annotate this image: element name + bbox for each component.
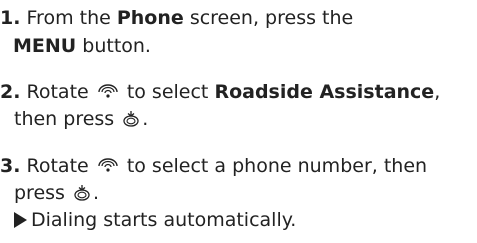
step-3-result-text: Dialing starts automatically. [31, 209, 297, 231]
interface-dial-rotate-icon [97, 83, 119, 107]
step-2-text-then-press: then press [14, 108, 115, 130]
step-2-number: 2. [0, 81, 21, 103]
step-1-text-button: button. [82, 35, 151, 57]
step-2-bold-roadside: Roadside Assistance [214, 81, 435, 103]
step-1-bold-menu: MENU [13, 35, 77, 57]
step-2-line-2: then press . [14, 107, 148, 134]
step-1-number: 1. [0, 7, 21, 29]
step-3-result: Dialing starts automatically. [14, 208, 296, 232]
step-2-line-1: 2. Rotate to select Roadside Assistance, [0, 80, 440, 107]
step-1-line-2: MENU button. [13, 34, 151, 58]
step-1-line-1: 1. From the Phone screen, press the [0, 6, 353, 30]
step-3-line-2: press . [14, 181, 99, 208]
step-2-comma: , [434, 81, 441, 103]
step-3-text-rotate: Rotate [26, 155, 89, 177]
step-3-line-1: 3. Rotate to select a phone number, then [0, 154, 427, 181]
step-3-text-select-number: to select a phone number, then [126, 155, 428, 177]
step-1-text-suffix: screen, press the [189, 7, 354, 29]
interface-dial-rotate-icon [97, 157, 119, 181]
step-2-text-rotate: Rotate [26, 81, 89, 103]
interface-dial-press-icon [122, 110, 140, 134]
step-1-bold-phone: Phone [116, 7, 184, 29]
step-2-period: . [142, 108, 149, 130]
interface-dial-press-icon [73, 184, 91, 208]
step-1-text-prefix: From the [26, 7, 111, 29]
step-3-number: 3. [0, 155, 21, 177]
step-2-text-to-select: to select [126, 81, 209, 103]
result-arrow-icon [14, 212, 27, 228]
step-3-text-press: press [14, 182, 65, 204]
step-3-period: . [93, 182, 100, 204]
